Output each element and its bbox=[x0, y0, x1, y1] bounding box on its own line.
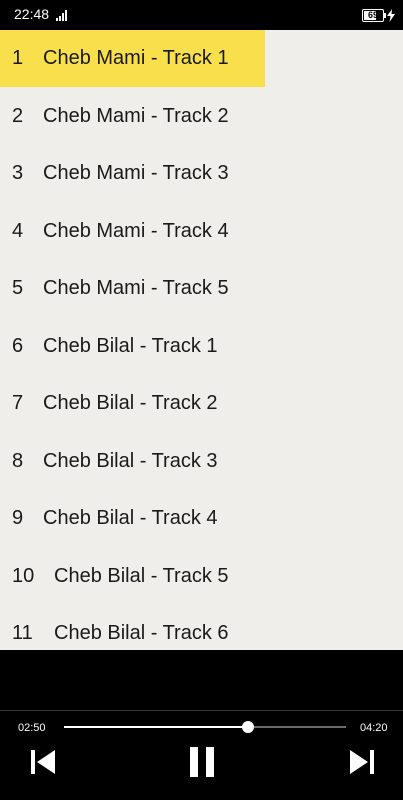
track-number: 5 bbox=[12, 277, 24, 299]
track-title: Cheb Bilal - Track 1 bbox=[43, 334, 218, 357]
track-item[interactable]: 8 Cheb Bilal - Track 3 bbox=[0, 433, 403, 490]
track-number: 11 bbox=[12, 622, 33, 644]
seek-bar[interactable] bbox=[64, 721, 346, 733]
track-title: Cheb Mami - Track 5 bbox=[43, 277, 229, 299]
track-title: Cheb Bilal - Track 4 bbox=[43, 507, 218, 529]
charging-bolt-icon bbox=[387, 9, 395, 22]
track-item[interactable]: 7 Cheb Bilal - Track 2 bbox=[0, 375, 403, 432]
track-title: Cheb Mami - Track 2 bbox=[43, 104, 229, 127]
track-title: Cheb Mami - Track 1 bbox=[43, 47, 229, 69]
elapsed-time: 02:50 bbox=[18, 722, 46, 734]
track-number: 1 bbox=[12, 47, 24, 69]
track-list: 1 Cheb Mami - Track 1 2 Cheb Mami - Track 2… bbox=[0, 30, 403, 650]
seek-thumb[interactable] bbox=[242, 721, 255, 733]
track-title: Cheb Bilal - Track 3 bbox=[43, 449, 218, 472]
track-title: Cheb Bilal - Track 5 bbox=[54, 564, 229, 587]
battery-tip bbox=[384, 13, 386, 18]
track-title: Cheb Mami - Track 3 bbox=[43, 162, 229, 184]
battery-percent: 69 bbox=[367, 10, 378, 20]
pause-icon[interactable] bbox=[187, 747, 217, 777]
track-number: 2 bbox=[12, 104, 24, 127]
track-number: 7 bbox=[12, 392, 24, 414]
track-number: 10 bbox=[12, 564, 35, 587]
track-number: 9 bbox=[12, 507, 24, 529]
track-item[interactable]: 9 Cheb Bilal - Track 4 bbox=[0, 490, 403, 547]
status-bar: 22:48 69 bbox=[0, 0, 403, 30]
track-title: Cheb Mami - Track 4 bbox=[43, 219, 229, 242]
skip-previous-icon[interactable] bbox=[28, 747, 58, 777]
track-item[interactable]: 6 Cheb Bilal - Track 1 bbox=[0, 318, 403, 375]
track-item[interactable]: 4 Cheb Mami - Track 4 bbox=[0, 203, 403, 260]
track-title: Cheb Bilal - Track 2 bbox=[43, 392, 218, 414]
track-item[interactable]: 3 Cheb Mami - Track 3 bbox=[0, 145, 403, 202]
track-item[interactable]: 11 Cheb Bilal - Track 6 bbox=[0, 605, 403, 650]
track-item[interactable]: 2 Cheb Mami - Track 2 bbox=[0, 88, 403, 145]
signal-icon bbox=[56, 9, 70, 21]
track-number: 3 bbox=[12, 162, 24, 184]
status-time: 22:48 bbox=[14, 6, 50, 22]
player-bar: 02:50 04:20 bbox=[0, 650, 403, 800]
track-number: 4 bbox=[12, 219, 24, 242]
skip-next-icon[interactable] bbox=[347, 747, 377, 777]
track-item[interactable]: 10 Cheb Bilal - Track 5 bbox=[0, 548, 403, 605]
track-item[interactable]: 1 Cheb Mami - Track 1 bbox=[0, 30, 265, 87]
total-time: 04:20 bbox=[360, 722, 388, 734]
track-title: Cheb Bilal - Track 6 bbox=[54, 622, 229, 644]
track-item[interactable]: 5 Cheb Mami - Track 5 bbox=[0, 260, 403, 317]
track-number: 6 bbox=[12, 334, 24, 357]
player-divider bbox=[0, 710, 403, 711]
track-number: 8 bbox=[12, 449, 24, 472]
battery-icon: 69 bbox=[362, 9, 384, 22]
seek-fill bbox=[64, 726, 249, 728]
